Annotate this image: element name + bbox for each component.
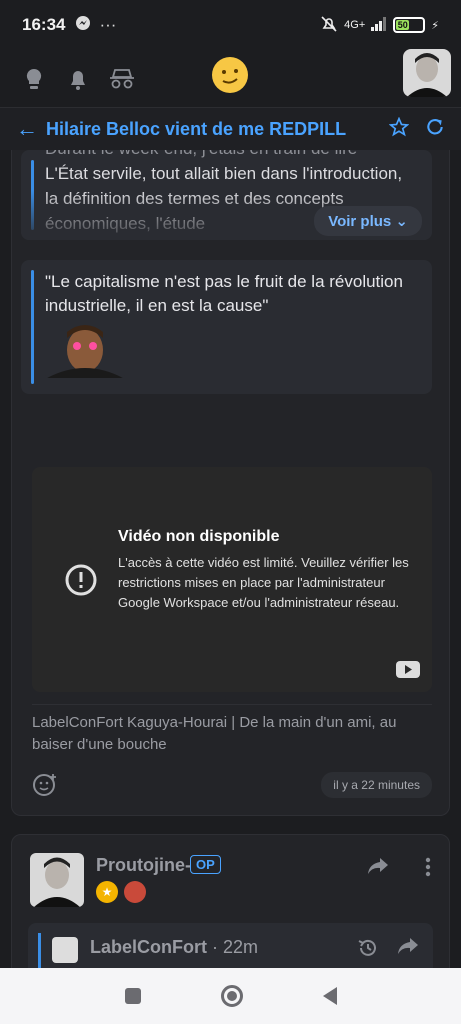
charging-icon: ⚡ xyxy=(431,19,439,32)
quote-partial-line: Durant le week-end, j'étais en train de … xyxy=(45,150,420,161)
history-icon[interactable] xyxy=(357,937,379,964)
status-time: 16:34 xyxy=(22,15,66,34)
lightbulb-icon[interactable] xyxy=(20,65,48,93)
quote-block: Durant le week-end, j'étais en train de … xyxy=(21,150,432,240)
add-reaction-icon[interactable] xyxy=(32,772,58,803)
bell-icon[interactable] xyxy=(64,65,92,93)
reply-author: LabelConFort xyxy=(90,937,207,957)
message-list[interactable]: Durant le week-end, j'étais en train de … xyxy=(0,150,461,968)
topic-title: Hilaire Belloc vient de me REDPILL xyxy=(46,118,347,139)
video-embed[interactable]: Vidéo non disponible L'accès à cette vid… xyxy=(32,467,432,692)
youtube-icon[interactable] xyxy=(396,661,420,678)
signal-icon xyxy=(371,16,387,34)
quote-bar xyxy=(31,270,34,384)
user-avatar[interactable] xyxy=(403,49,451,97)
battery-level: 50 xyxy=(396,20,410,30)
incognito-icon[interactable] xyxy=(108,65,136,93)
star-icon[interactable] xyxy=(388,116,410,142)
share-icon[interactable] xyxy=(397,937,419,960)
back-arrow-icon[interactable]: ← xyxy=(16,116,38,142)
quote-bar xyxy=(38,933,41,968)
smirk-emoji-icon[interactable] xyxy=(212,57,248,93)
signature-caption: LabelConFort Kaguya-Hourai | De la main … xyxy=(32,714,397,753)
user-badge-icon xyxy=(124,881,146,903)
alert-circle-icon xyxy=(64,563,98,597)
message-time: il y a 22 minutes xyxy=(321,772,432,798)
video-title: Vidéo non disponible xyxy=(118,528,280,545)
quote-block-2: "Le capitalisme n'est pas le fruit de la… xyxy=(21,260,432,394)
reply-avatar xyxy=(52,937,78,963)
share-icon[interactable] xyxy=(367,857,389,880)
chevron-down-icon: ⌄ xyxy=(395,213,408,230)
home-button[interactable] xyxy=(220,985,243,1007)
video-description: L'accès à cette vidéo est limité. Veuill… xyxy=(118,555,409,610)
laser-eyes-sticker[interactable] xyxy=(45,318,125,378)
refresh-icon[interactable] xyxy=(425,117,445,142)
message-card-2: Proutojine- OP ★ LabelConFort · 22m xyxy=(11,834,450,968)
system-nav-bar xyxy=(0,968,461,1024)
topic-header: ← Hilaire Belloc vient de me REDPILL xyxy=(0,108,461,150)
reply-time: · 22m xyxy=(212,937,259,957)
recents-button[interactable] xyxy=(124,988,141,1004)
battery-icon: 50 xyxy=(393,17,426,33)
author-name[interactable]: Proutojine- xyxy=(96,855,191,876)
more-vert-icon[interactable] xyxy=(425,857,431,882)
voir-plus-button[interactable]: Voir plus ⌄ xyxy=(314,206,422,236)
status-bar: 16:34 ··· 4G+ 50 ⚡ xyxy=(0,0,461,50)
message-footer: il y a 22 minutes xyxy=(32,770,432,800)
more-dots-icon: ··· xyxy=(99,15,117,34)
star-badge-icon: ★ xyxy=(96,881,118,903)
mute-icon xyxy=(320,15,338,36)
network-label: 4G+ xyxy=(344,19,366,31)
back-button[interactable] xyxy=(322,987,337,1005)
divider xyxy=(32,704,432,705)
reply-quote[interactable]: LabelConFort · 22m xyxy=(28,923,433,968)
author-avatar[interactable] xyxy=(30,853,84,907)
quote-text: "Le capitalisme n'est pas le fruit de la… xyxy=(45,272,403,315)
op-badge: OP xyxy=(190,855,221,874)
messenger-icon xyxy=(75,15,91,36)
